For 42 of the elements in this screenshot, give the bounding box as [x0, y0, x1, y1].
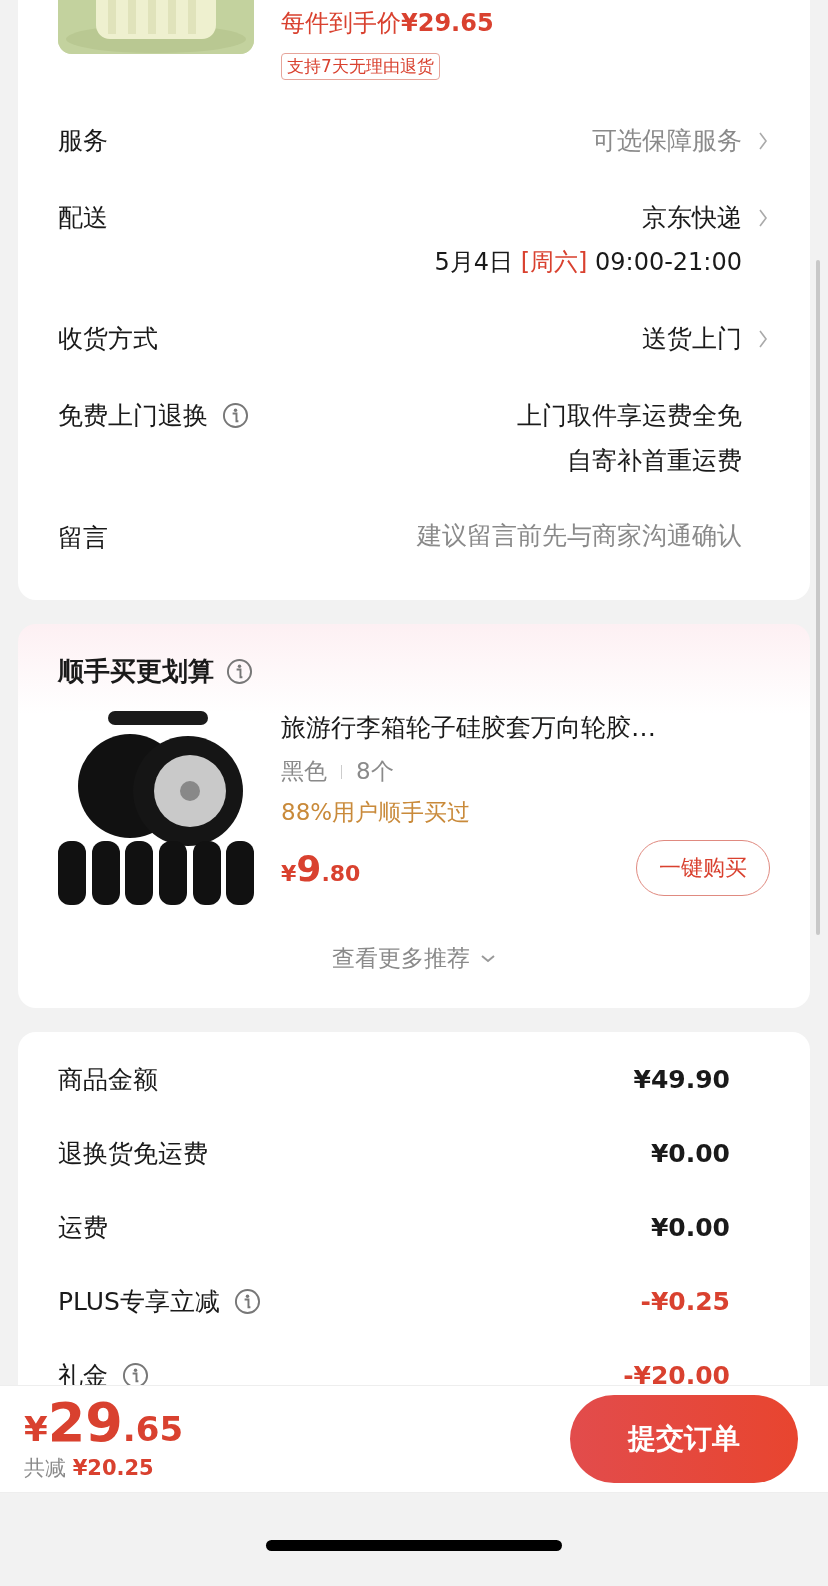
amount: ¥0.00: [650, 1138, 730, 1168]
product-price: ¥9.80: [281, 847, 361, 889]
row-value: 自寄补首重运费: [567, 445, 742, 477]
row-label: 运费: [58, 1211, 108, 1244]
row-label: 配送: [58, 202, 108, 234]
row-label: 收货方式: [58, 323, 158, 355]
chevron-right-icon: [758, 328, 768, 349]
row-value: 上门取件享运费全免: [517, 400, 742, 432]
discount-amount: ¥20.25: [72, 1456, 154, 1480]
row-label: PLUS专享立减: [58, 1285, 220, 1318]
row-label: 退换货免运费: [58, 1137, 208, 1170]
amount: ¥0.00: [650, 1212, 730, 1242]
product-color: 黑色: [281, 757, 327, 786]
info-icon[interactable]: [222, 402, 249, 429]
product-quantity: 8个: [356, 757, 394, 786]
discount-label: 共减: [24, 1456, 66, 1480]
row-label: 商品金额: [58, 1063, 158, 1096]
purchase-stat: 88%用户顺手买过: [281, 798, 472, 827]
section-title: 顺手买更划算: [58, 655, 214, 688]
chevron-right-icon: [758, 130, 768, 151]
total-price: ¥29.65: [24, 1396, 184, 1450]
row-value[interactable]: 送货上门: [642, 322, 742, 355]
buy-now-button[interactable]: 一键购买: [636, 840, 770, 896]
delivery-date: 5月4日 [周六] 09:00-21:00: [434, 247, 742, 278]
chevron-right-icon: [758, 207, 768, 228]
return-policy-tag: 支持7天无理由退货: [281, 53, 440, 80]
unit-price: 每件到手价¥29.65: [281, 8, 494, 39]
amount: ¥49.90: [633, 1064, 730, 1094]
info-icon[interactable]: [233, 1287, 261, 1315]
row-label: 服务: [58, 125, 108, 157]
more-link[interactable]: 查看更多推荐: [332, 943, 470, 974]
row-label: 留言: [58, 522, 108, 554]
row-value[interactable]: 京东快递: [642, 201, 742, 234]
row-value[interactable]: 可选保障服务: [592, 124, 742, 157]
amount: -¥20.00: [623, 1360, 730, 1390]
message-field[interactable]: 建议留言前先与商家沟通确认: [322, 521, 742, 550]
product-name[interactable]: 旅游行李箱轮子硅胶套万向轮胶…: [281, 711, 770, 744]
row-label: 免费上门退换: [58, 400, 208, 432]
info-icon[interactable]: [226, 658, 253, 685]
submit-order-button[interactable]: 提交订单: [570, 1395, 798, 1483]
amount: -¥0.25: [640, 1286, 730, 1316]
chevron-down-icon: [480, 953, 496, 964]
